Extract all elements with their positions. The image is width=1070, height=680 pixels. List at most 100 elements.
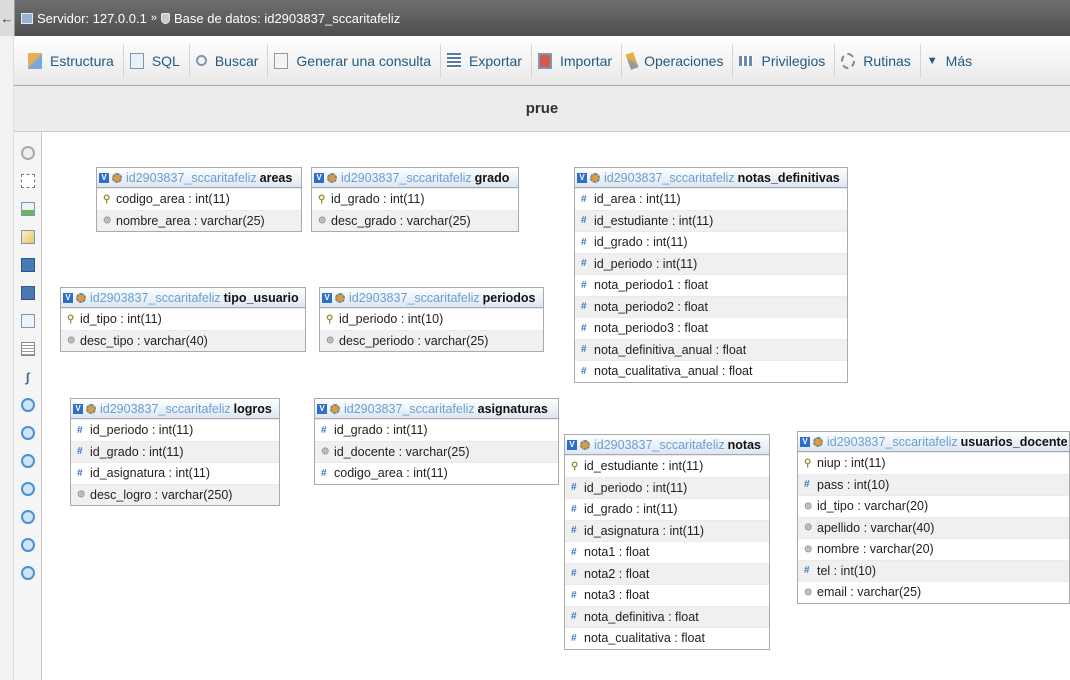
- table-column-row[interactable]: # id_periodo : int(11): [565, 476, 769, 498]
- table-column-row[interactable]: # id_grado : int(11): [575, 231, 847, 253]
- table-column-row[interactable]: ⊚ apellido : varchar(40): [798, 516, 1069, 538]
- table-column-row[interactable]: ⚲ id_estudiante : int(11): [565, 455, 769, 477]
- table-column-row[interactable]: ⊚ nombre : varchar(20): [798, 538, 1069, 560]
- toggle-columns-icon[interactable]: V: [63, 292, 73, 303]
- table-column-row[interactable]: ⊚ id_tipo : varchar(20): [798, 495, 1069, 517]
- table-notas-definitivas[interactable]: Vid2903837_sccaritafeliz notas_definitiva…: [574, 167, 848, 383]
- toggle-columns-icon[interactable]: V: [314, 172, 324, 183]
- gear-icon[interactable]: [76, 292, 86, 303]
- tab-structure[interactable]: Estructura: [22, 43, 124, 78]
- table-grado[interactable]: Vid2903837_sccaritafeliz grado ⚲ id_grado :…: [311, 167, 519, 232]
- tab-export[interactable]: Exportar: [441, 43, 532, 78]
- table-column-row[interactable]: ⚲ codigo_area : int(11): [97, 188, 301, 210]
- gear-icon[interactable]: [813, 436, 823, 447]
- table-tipo-usuario[interactable]: Vid2903837_sccaritafeliz tipo_usuario ⚲ id_…: [60, 287, 306, 352]
- table-column-row[interactable]: ⚲ id_grado : int(11): [312, 188, 518, 210]
- gear-icon[interactable]: [86, 403, 96, 414]
- table-column-row[interactable]: # id_periodo : int(11): [575, 252, 847, 274]
- table-column-row[interactable]: # codigo_area : int(11): [315, 462, 558, 484]
- gear-icon[interactable]: [327, 172, 337, 183]
- toggle-columns-icon[interactable]: V: [577, 172, 587, 183]
- table-column-row[interactable]: ⊚ desc_grado : varchar(25): [312, 209, 518, 231]
- table-column-row[interactable]: # id_grado : int(11): [71, 440, 279, 462]
- table-column-row[interactable]: # nota_definitiva : float: [565, 605, 769, 627]
- breadcrumb-database-label[interactable]: Base de datos: id2903837_sccaritafeliz: [174, 11, 400, 26]
- table-column-row[interactable]: ⊚ nombre_area : varchar(25): [97, 209, 301, 231]
- edit-page-icon[interactable]: [20, 230, 35, 244]
- table-header[interactable]: Vid2903837_sccaritafeliz asignaturas: [315, 399, 558, 419]
- table-asignaturas[interactable]: Vid2903837_sccaritafeliz asignaturas # id_g…: [314, 398, 559, 485]
- toggle-columns-icon[interactable]: V: [99, 172, 109, 183]
- tab-query[interactable]: Generar una consulta: [268, 43, 442, 78]
- toggle-columns-icon[interactable]: V: [800, 436, 810, 447]
- fullscreen-icon[interactable]: [20, 174, 35, 188]
- table-header[interactable]: Vid2903837_sccaritafeliz logros: [71, 399, 279, 419]
- table-column-row[interactable]: # id_estudiante : int(11): [575, 209, 847, 231]
- tab-search[interactable]: Buscar: [190, 43, 269, 78]
- relation-icon[interactable]: ʃ: [21, 370, 35, 385]
- table-header[interactable]: Vid2903837_sccaritafeliz tipo_usuario: [61, 288, 305, 308]
- relation-lines-icon[interactable]: [20, 538, 35, 552]
- tab-sql[interactable]: SQL: [124, 43, 190, 78]
- gear-icon[interactable]: [580, 439, 590, 450]
- table-column-row[interactable]: ⊚ email : varchar(25): [798, 581, 1069, 603]
- table-header[interactable]: Vid2903837_sccaritafeliz usuarios_docente: [798, 432, 1069, 452]
- table-column-row[interactable]: # id_asignatura : int(11): [565, 519, 769, 541]
- table-column-row[interactable]: # nota_periodo3 : float: [575, 317, 847, 339]
- gear-icon[interactable]: [112, 172, 122, 183]
- table-column-row[interactable]: # tel : int(10): [798, 559, 1069, 581]
- table-column-row[interactable]: # id_area : int(11): [575, 188, 847, 210]
- toggle-columns-icon[interactable]: V: [317, 403, 327, 414]
- tab-import[interactable]: Importar: [532, 43, 623, 78]
- table-column-row[interactable]: # nota2 : float: [565, 562, 769, 584]
- help-icon[interactable]: [20, 454, 35, 468]
- table-logros[interactable]: Vid2903837_sccaritafeliz logros # id_period…: [70, 398, 280, 506]
- table-column-row[interactable]: # pass : int(10): [798, 473, 1069, 495]
- table-column-row[interactable]: # id_periodo : int(11): [71, 419, 279, 441]
- breadcrumb-server[interactable]: Servidor: 127.0.0.1: [21, 11, 147, 26]
- tab-privileges[interactable]: Privilegios: [733, 43, 836, 78]
- table-column-row[interactable]: # nota_periodo1 : float: [575, 274, 847, 296]
- table-column-row[interactable]: ⚲ niup : int(11): [798, 452, 1069, 474]
- gear-icon[interactable]: [335, 292, 345, 303]
- gear-icon[interactable]: [330, 403, 340, 414]
- tab-routines[interactable]: Rutinas: [835, 43, 921, 78]
- table-column-row[interactable]: ⊚ desc_logro : varchar(250): [71, 483, 279, 505]
- table-list-icon[interactable]: [20, 342, 35, 356]
- back-arrow-icon[interactable]: ←: [0, 0, 14, 36]
- table-column-row[interactable]: ⊚ id_docente : varchar(25): [315, 440, 558, 462]
- table-column-row[interactable]: # nota_definitiva_anual : float: [575, 338, 847, 360]
- table-column-row[interactable]: # id_grado : int(11): [315, 419, 558, 441]
- toggle-columns-icon[interactable]: V: [322, 292, 332, 303]
- table-column-row[interactable]: # nota_periodo2 : float: [575, 295, 847, 317]
- table-notas[interactable]: Vid2903837_sccaritafeliz notas ⚲ id_estudia…: [564, 434, 770, 650]
- angular-links-icon[interactable]: [20, 398, 35, 412]
- table-column-row[interactable]: # nota_cualitativa_anual : float: [575, 360, 847, 382]
- save-as-icon[interactable]: [20, 286, 35, 300]
- new-page-icon[interactable]: [20, 202, 35, 216]
- show-hide-menu-icon[interactable]: [20, 146, 35, 160]
- table-column-row[interactable]: ⊚ desc_periodo : varchar(25): [320, 329, 543, 351]
- table-column-row[interactable]: # nota1 : float: [565, 541, 769, 563]
- tab-operations[interactable]: Operaciones: [622, 43, 734, 78]
- delete-page-icon[interactable]: [20, 314, 35, 328]
- snap-to-grid-icon[interactable]: [20, 426, 35, 440]
- table-column-row[interactable]: # id_asignatura : int(11): [71, 462, 279, 484]
- toggle-columns-icon[interactable]: V: [567, 439, 577, 450]
- toggle-columns-icon[interactable]: V: [73, 403, 83, 414]
- table-header[interactable]: Vid2903837_sccaritafeliz grado: [312, 168, 518, 188]
- tab-more[interactable]: ▼ Más: [921, 44, 981, 78]
- table-areas[interactable]: Vid2903837_sccaritafeliz areas ⚲ codigo_are…: [96, 167, 302, 232]
- table-periodos[interactable]: Vid2903837_sccaritafeliz periodos ⚲ id_peri…: [319, 287, 544, 352]
- table-header[interactable]: Vid2903837_sccaritafeliz notas_definitiva…: [575, 168, 847, 188]
- table-header[interactable]: Vid2903837_sccaritafeliz periodos: [320, 288, 543, 308]
- save-icon[interactable]: [20, 258, 35, 272]
- table-header[interactable]: Vid2903837_sccaritafeliz areas: [97, 168, 301, 188]
- toggle-icon[interactable]: [20, 510, 35, 524]
- export-schema-icon[interactable]: [20, 566, 35, 580]
- table-column-row[interactable]: # nota3 : float: [565, 584, 769, 606]
- table-column-row[interactable]: ⚲ id_periodo : int(10): [320, 308, 543, 330]
- table-column-row[interactable]: # nota_cualitativa : float: [565, 627, 769, 649]
- small-big-icon[interactable]: [20, 482, 35, 496]
- table-column-row[interactable]: ⚲ id_tipo : int(11): [61, 308, 305, 330]
